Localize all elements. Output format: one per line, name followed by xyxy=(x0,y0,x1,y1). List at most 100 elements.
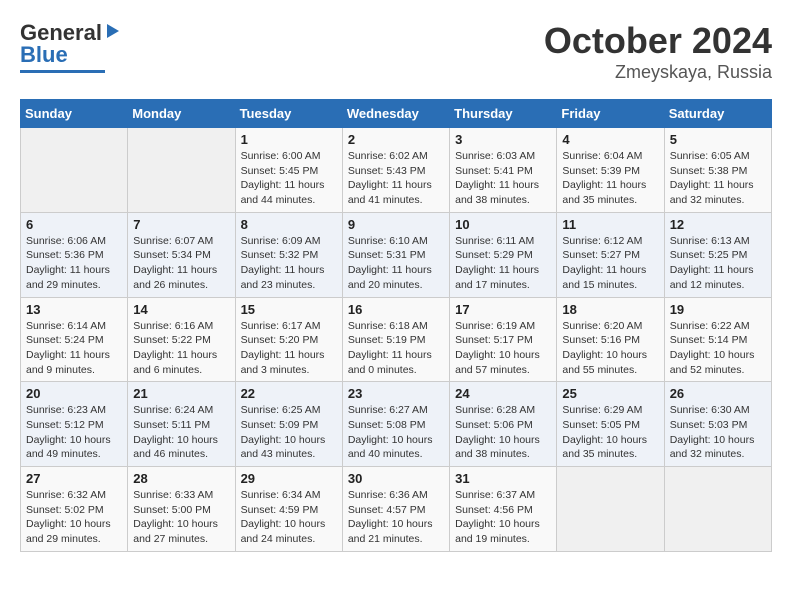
day-info: Sunrise: 6:33 AM Sunset: 5:00 PM Dayligh… xyxy=(133,488,229,547)
day-info: Sunrise: 6:20 AM Sunset: 5:16 PM Dayligh… xyxy=(562,319,658,378)
calendar-cell: 22 Sunrise: 6:25 AM Sunset: 5:09 PM Dayli… xyxy=(235,382,342,467)
day-info: Sunrise: 6:03 AM Sunset: 5:41 PM Dayligh… xyxy=(455,149,551,208)
day-info: Sunrise: 6:11 AM Sunset: 5:29 PM Dayligh… xyxy=(455,234,551,293)
calendar-cell: 20 Sunrise: 6:23 AM Sunset: 5:12 PM Dayli… xyxy=(21,382,128,467)
calendar-cell: 7Sunrise: 6:07 AM Sunset: 5:34 PM Daylig… xyxy=(128,212,235,297)
calendar-cell: 19 Sunrise: 6:22 AM Sunset: 5:14 PM Dayli… xyxy=(664,297,771,382)
day-info: Sunrise: 6:28 AM Sunset: 5:06 PM Dayligh… xyxy=(455,403,551,462)
calendar-cell xyxy=(664,467,771,552)
weekday-header-row: SundayMondayTuesdayWednesdayThursdayFrid… xyxy=(21,100,772,128)
calendar-cell: 26 Sunrise: 6:30 AM Sunset: 5:03 PM Dayli… xyxy=(664,382,771,467)
day-info: Sunrise: 6:06 AM Sunset: 5:36 PM Dayligh… xyxy=(26,234,122,293)
day-info: Sunrise: 6:32 AM Sunset: 5:02 PM Dayligh… xyxy=(26,488,122,547)
weekday-header-thursday: Thursday xyxy=(450,100,557,128)
logo-arrow-icon xyxy=(103,22,121,40)
day-info: Sunrise: 6:27 AM Sunset: 5:08 PM Dayligh… xyxy=(348,403,444,462)
title-block: October 2024 Zmeyskaya, Russia xyxy=(544,20,772,83)
day-number: 12 xyxy=(670,217,766,232)
logo: General Blue xyxy=(20,20,121,73)
day-number: 3 xyxy=(455,132,551,147)
calendar-cell: 18 Sunrise: 6:20 AM Sunset: 5:16 PM Dayli… xyxy=(557,297,664,382)
weekday-header-saturday: Saturday xyxy=(664,100,771,128)
day-number: 26 xyxy=(670,386,766,401)
calendar-cell: 6 Sunrise: 6:06 AM Sunset: 5:36 PM Daylig… xyxy=(21,212,128,297)
calendar-cell: 28 Sunrise: 6:33 AM Sunset: 5:00 PM Dayli… xyxy=(128,467,235,552)
calendar-cell: 14Sunrise: 6:16 AM Sunset: 5:22 PM Dayli… xyxy=(128,297,235,382)
day-info: Sunrise: 6:02 AM Sunset: 5:43 PM Dayligh… xyxy=(348,149,444,208)
day-number: 10 xyxy=(455,217,551,232)
calendar-cell: 27 Sunrise: 6:32 AM Sunset: 5:02 PM Dayli… xyxy=(21,467,128,552)
calendar-cell: 23 Sunrise: 6:27 AM Sunset: 5:08 PM Dayli… xyxy=(342,382,449,467)
calendar-cell: 15Sunrise: 6:17 AM Sunset: 5:20 PM Dayli… xyxy=(235,297,342,382)
day-info: Sunrise: 6:09 AM Sunset: 5:32 PM Dayligh… xyxy=(241,234,337,293)
day-number: 23 xyxy=(348,386,444,401)
day-number: 8 xyxy=(241,217,337,232)
day-info: Sunrise: 6:37 AM Sunset: 4:56 PM Dayligh… xyxy=(455,488,551,547)
calendar-cell: 12Sunrise: 6:13 AM Sunset: 5:25 PM Dayli… xyxy=(664,212,771,297)
day-number: 18 xyxy=(562,302,658,317)
day-number: 27 xyxy=(26,471,122,486)
calendar-cell: 10 Sunrise: 6:11 AM Sunset: 5:29 PM Dayli… xyxy=(450,212,557,297)
calendar-week-row: 27 Sunrise: 6:32 AM Sunset: 5:02 PM Dayli… xyxy=(21,467,772,552)
calendar-cell: 5 Sunrise: 6:05 AM Sunset: 5:38 PM Daylig… xyxy=(664,128,771,213)
calendar-cell: 17Sunrise: 6:19 AM Sunset: 5:17 PM Dayli… xyxy=(450,297,557,382)
page-header: General Blue October 2024 Zmeyskaya, Rus… xyxy=(20,20,772,83)
day-info: Sunrise: 6:25 AM Sunset: 5:09 PM Dayligh… xyxy=(241,403,337,462)
weekday-header-sunday: Sunday xyxy=(21,100,128,128)
day-info: Sunrise: 6:23 AM Sunset: 5:12 PM Dayligh… xyxy=(26,403,122,462)
day-number: 25 xyxy=(562,386,658,401)
calendar-cell: 25 Sunrise: 6:29 AM Sunset: 5:05 PM Dayli… xyxy=(557,382,664,467)
calendar-cell: 11Sunrise: 6:12 AM Sunset: 5:27 PM Dayli… xyxy=(557,212,664,297)
day-number: 7 xyxy=(133,217,229,232)
day-number: 29 xyxy=(241,471,337,486)
day-number: 22 xyxy=(241,386,337,401)
calendar-cell: 4Sunrise: 6:04 AM Sunset: 5:39 PM Daylig… xyxy=(557,128,664,213)
day-info: Sunrise: 6:18 AM Sunset: 5:19 PM Dayligh… xyxy=(348,319,444,378)
calendar-cell: 16Sunrise: 6:18 AM Sunset: 5:19 PM Dayli… xyxy=(342,297,449,382)
calendar-cell: 31Sunrise: 6:37 AM Sunset: 4:56 PM Dayli… xyxy=(450,467,557,552)
calendar-cell xyxy=(21,128,128,213)
day-number: 5 xyxy=(670,132,766,147)
day-number: 9 xyxy=(348,217,444,232)
day-number: 17 xyxy=(455,302,551,317)
day-info: Sunrise: 6:16 AM Sunset: 5:22 PM Dayligh… xyxy=(133,319,229,378)
day-info: Sunrise: 6:29 AM Sunset: 5:05 PM Dayligh… xyxy=(562,403,658,462)
day-number: 19 xyxy=(670,302,766,317)
day-info: Sunrise: 6:36 AM Sunset: 4:57 PM Dayligh… xyxy=(348,488,444,547)
day-number: 11 xyxy=(562,217,658,232)
day-number: 30 xyxy=(348,471,444,486)
calendar-cell: 3 Sunrise: 6:03 AM Sunset: 5:41 PM Daylig… xyxy=(450,128,557,213)
weekday-header-tuesday: Tuesday xyxy=(235,100,342,128)
logo-blue: Blue xyxy=(20,42,68,68)
day-number: 28 xyxy=(133,471,229,486)
calendar-cell: 8 Sunrise: 6:09 AM Sunset: 5:32 PM Daylig… xyxy=(235,212,342,297)
day-number: 13 xyxy=(26,302,122,317)
day-info: Sunrise: 6:05 AM Sunset: 5:38 PM Dayligh… xyxy=(670,149,766,208)
day-number: 15 xyxy=(241,302,337,317)
calendar-cell: 21Sunrise: 6:24 AM Sunset: 5:11 PM Dayli… xyxy=(128,382,235,467)
calendar-cell: 9Sunrise: 6:10 AM Sunset: 5:31 PM Daylig… xyxy=(342,212,449,297)
day-info: Sunrise: 6:04 AM Sunset: 5:39 PM Dayligh… xyxy=(562,149,658,208)
weekday-header-monday: Monday xyxy=(128,100,235,128)
calendar-week-row: 1Sunrise: 6:00 AM Sunset: 5:45 PM Daylig… xyxy=(21,128,772,213)
calendar-cell: 30 Sunrise: 6:36 AM Sunset: 4:57 PM Dayli… xyxy=(342,467,449,552)
day-info: Sunrise: 6:22 AM Sunset: 5:14 PM Dayligh… xyxy=(670,319,766,378)
calendar-table: SundayMondayTuesdayWednesdayThursdayFrid… xyxy=(20,99,772,552)
calendar-cell xyxy=(557,467,664,552)
calendar-cell: 29 Sunrise: 6:34 AM Sunset: 4:59 PM Dayli… xyxy=(235,467,342,552)
day-info: Sunrise: 6:30 AM Sunset: 5:03 PM Dayligh… xyxy=(670,403,766,462)
day-number: 20 xyxy=(26,386,122,401)
logo-blue-line: Blue xyxy=(20,42,68,68)
day-number: 6 xyxy=(26,217,122,232)
day-number: 24 xyxy=(455,386,551,401)
calendar-cell: 1Sunrise: 6:00 AM Sunset: 5:45 PM Daylig… xyxy=(235,128,342,213)
calendar-week-row: 13 Sunrise: 6:14 AM Sunset: 5:24 PM Dayli… xyxy=(21,297,772,382)
calendar-week-row: 20 Sunrise: 6:23 AM Sunset: 5:12 PM Dayli… xyxy=(21,382,772,467)
month-title: October 2024 xyxy=(544,20,772,62)
day-info: Sunrise: 6:14 AM Sunset: 5:24 PM Dayligh… xyxy=(26,319,122,378)
calendar-cell: 24 Sunrise: 6:28 AM Sunset: 5:06 PM Dayli… xyxy=(450,382,557,467)
calendar-cell: 2Sunrise: 6:02 AM Sunset: 5:43 PM Daylig… xyxy=(342,128,449,213)
location-subtitle: Zmeyskaya, Russia xyxy=(544,62,772,83)
day-info: Sunrise: 6:34 AM Sunset: 4:59 PM Dayligh… xyxy=(241,488,337,547)
day-number: 1 xyxy=(241,132,337,147)
